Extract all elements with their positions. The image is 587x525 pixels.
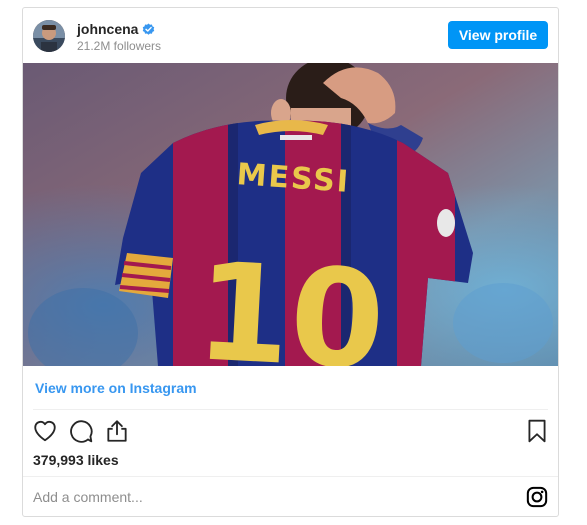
jersey-number: 10 <box>192 233 388 366</box>
avatar[interactable] <box>33 20 65 52</box>
instagram-icon[interactable] <box>526 486 548 508</box>
like-count: 379,993 likes <box>33 452 119 468</box>
share-icon[interactable] <box>104 418 130 444</box>
comment-divider <box>23 476 558 477</box>
divider <box>33 409 548 410</box>
comment-icon[interactable] <box>68 418 94 444</box>
post-image[interactable]: MESSI 10 <box>23 63 558 366</box>
post-header: johncena 21.2M followers View profile <box>23 8 558 64</box>
instagram-embed-card: johncena 21.2M followers View profile ME… <box>22 7 559 517</box>
username[interactable]: johncena <box>77 21 138 37</box>
action-bar <box>23 418 558 446</box>
heart-icon[interactable] <box>32 418 58 444</box>
comment-input[interactable] <box>33 484 513 510</box>
bookmark-icon[interactable] <box>524 418 550 444</box>
avatar-photo-icon <box>33 20 65 52</box>
follower-count: 21.2M followers <box>77 39 162 53</box>
verified-badge-icon <box>143 22 155 35</box>
view-more-link[interactable]: View more on Instagram <box>35 380 197 396</box>
username-row: johncena <box>77 21 155 37</box>
post-photo-icon: MESSI 10 <box>23 63 558 366</box>
view-profile-button[interactable]: View profile <box>448 21 548 49</box>
